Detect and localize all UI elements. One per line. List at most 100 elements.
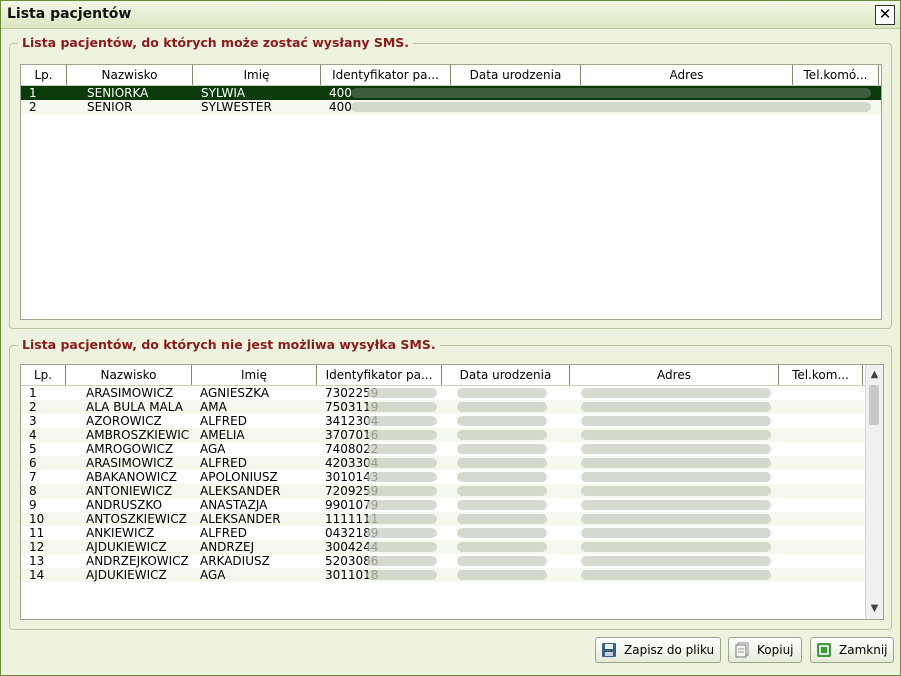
table-cell-imie: ALFRED [200, 526, 247, 540]
table-cell-nazwisko: SENIORKA [87, 86, 149, 100]
redacted-field [457, 416, 547, 426]
close-button[interactable]: Zamknij [810, 637, 894, 663]
table-cell-lp: 14 [29, 568, 45, 582]
table-cell-nazwisko: ANDRZEJKOWICZ [86, 554, 189, 568]
table-row[interactable]: 4 AMBROSZKIEWIC AMELIA 3707016 [21, 428, 865, 442]
table-row[interactable]: 2 ALA BULA MALA AMA 7503119 [21, 400, 865, 414]
column-header[interactable]: Tel.kom... [779, 365, 863, 385]
column-header[interactable]: Tel.komó... [793, 65, 879, 85]
column-header[interactable]: Lp. [21, 65, 67, 85]
table-cell-lp: 4 [29, 428, 37, 442]
table-row[interactable]: 9 ANDRUSZKO ANASTAZJA 9901079 [21, 498, 865, 512]
table-row[interactable]: 5 AMROGOWICZ AGA 7408022 [21, 442, 865, 456]
table-cell-nazwisko: ANTONIEWICZ [86, 484, 173, 498]
table-cell-imie: APOLONIUSZ [200, 470, 278, 484]
table-row[interactable]: 2 SENIOR SYLWESTER 400 [21, 100, 881, 114]
table-row[interactable]: 7 ABAKANOWICZ APOLONIUSZ 3010143 [21, 470, 865, 484]
table-row[interactable]: 13 ANDRZEJKOWICZ ARKADIUSZ 5203086 [21, 554, 865, 568]
save-to-file-button[interactable]: Zapisz do pliku [595, 637, 721, 663]
table-cell-imie: AMELIA [200, 428, 245, 442]
table-cell-imie: AMA [200, 400, 227, 414]
table-cell-lp: 5 [29, 442, 37, 456]
title-bar[interactable]: Lista pacjentów ✕ [1, 1, 900, 29]
sms-eligible-legend: Lista pacjentów, do których może zostać … [18, 35, 414, 50]
column-header[interactable]: Identyfikator pa... [317, 365, 442, 385]
table-cell-nazwisko: ARASIMOWICZ [86, 386, 174, 400]
redacted-field [367, 388, 437, 398]
table-cell-imie: SYLWESTER [201, 100, 272, 114]
table-cell-nazwisko: AMBROSZKIEWIC [86, 428, 190, 442]
redacted-field [457, 528, 547, 538]
table-row[interactable]: 14 AJDUKIEWICZ AGA 3011018 [21, 568, 865, 582]
close-window-button[interactable]: ✕ [875, 5, 895, 25]
redacted-field [581, 444, 771, 454]
column-header[interactable]: Nazwisko [67, 65, 193, 85]
chevron-up-icon[interactable]: ▲ [866, 367, 883, 383]
scrollbar-thumb[interactable] [869, 385, 879, 425]
window-title: Lista pacjentów [7, 6, 132, 22]
redacted-field [367, 500, 437, 510]
table-cell-lp: 1 [29, 386, 37, 400]
column-header[interactable]: Identyfikator pa... [321, 65, 451, 85]
table-cell-lp: 3 [29, 414, 37, 428]
patient-list-window: Lista pacjentów ✕ Lista pacjentów, do kt… [0, 0, 901, 676]
column-header[interactable]: Imię [192, 365, 317, 385]
table-row[interactable]: 11 ANKIEWICZ ALFRED 0432189 [21, 526, 865, 540]
table-cell-nazwisko: ANKIEWICZ [86, 526, 155, 540]
table-row[interactable]: 6 ARASIMOWICZ ALFRED 4203304 [21, 456, 865, 470]
chevron-down-icon[interactable]: ▼ [866, 601, 883, 617]
vertical-scrollbar[interactable]: ▲ ▼ [865, 365, 883, 619]
sms-eligible-grid[interactable]: Lp. Nazwisko Imię Identyfikator pa... Data u… [20, 64, 882, 320]
column-header[interactable]: Nazwisko [66, 365, 192, 385]
sms-ineligible-group: Lista pacjentów, do których nie jest moż… [9, 337, 892, 630]
redacted-field [367, 514, 437, 524]
table-cell-imie: AGA [200, 568, 226, 582]
redacted-field [457, 430, 547, 440]
table-cell-lp: 1 [29, 86, 37, 100]
copy-document-icon [735, 642, 749, 658]
table-row[interactable]: 3 AZOROWICZ ALFRED 3412304 [21, 414, 865, 428]
redacted-field [581, 416, 771, 426]
sms-ineligible-grid[interactable]: Lp. Nazwisko Imię Identyfikator pa... Data u… [20, 364, 884, 620]
table-cell-nazwisko: AJDUKIEWICZ [86, 540, 167, 554]
floppy-disk-icon [602, 643, 616, 657]
table-cell-nazwisko: ALA BULA MALA [86, 400, 183, 414]
table-cell-nazwisko: SENIOR [87, 100, 133, 114]
redacted-field [581, 542, 771, 552]
table-row[interactable]: 12 AJDUKIEWICZ ANDRZEJ 3004244 [21, 540, 865, 554]
table-row[interactable]: 10 ANTOSZKIEWICZ ALEKSANDER 1111111 [21, 512, 865, 526]
table-cell-lp: 6 [29, 456, 37, 470]
grid-header: Lp. Nazwisko Imię Identyfikator pa... Data u… [21, 65, 881, 86]
copy-button-label: Kopiuj [757, 643, 794, 657]
table-row[interactable]: 8 ANTONIEWICZ ALEKSANDER 7209259 [21, 484, 865, 498]
column-header[interactable]: Adres [581, 65, 793, 85]
redacted-field [457, 402, 547, 412]
column-header[interactable]: Data urodzenia [442, 365, 570, 385]
table-cell-nazwisko: AJDUKIEWICZ [86, 568, 167, 582]
grid-rows: 1 SENIORKA SYLWIA 400 2 SENIOR SYLWESTER 400 [21, 86, 881, 114]
redacted-field [457, 556, 547, 566]
column-header[interactable]: Lp. [21, 365, 66, 385]
redacted-field [367, 542, 437, 552]
table-cell-imie: SYLWIA [201, 86, 246, 100]
redacted-field [367, 458, 437, 468]
redacted-field [367, 472, 437, 482]
close-button-label: Zamknij [839, 643, 888, 657]
redacted-field [581, 570, 771, 580]
table-row[interactable]: 1 SENIORKA SYLWIA 400 [21, 86, 881, 100]
table-row[interactable]: 1 ARASIMOWICZ AGNIESZKA 7302259 [21, 386, 865, 400]
redacted-field [581, 556, 771, 566]
table-cell-lp: 9 [29, 498, 37, 512]
copy-button[interactable]: Kopiuj [728, 637, 802, 663]
redacted-field [367, 556, 437, 566]
column-header[interactable]: Imię [193, 65, 321, 85]
column-header[interactable]: Adres [570, 365, 779, 385]
redacted-field [581, 514, 771, 524]
table-cell-nazwisko: AMROGOWICZ [86, 442, 174, 456]
redacted-field [367, 416, 437, 426]
redacted-field [367, 570, 437, 580]
table-cell-imie: ANDRZEJ [200, 540, 255, 554]
table-cell-lp: 12 [29, 540, 45, 554]
column-header[interactable]: Data urodzenia [451, 65, 581, 85]
redacted-field [457, 444, 547, 454]
